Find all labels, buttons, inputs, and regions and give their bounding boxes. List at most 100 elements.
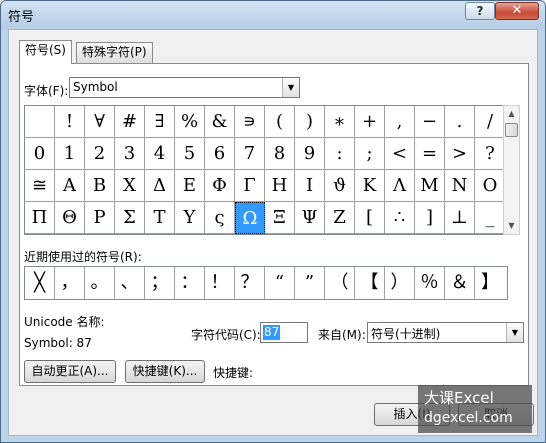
symbol-cell[interactable]: ;: [355, 138, 385, 170]
symbol-cell[interactable]: ≅: [25, 170, 55, 202]
scrollbar-thumb[interactable]: [505, 123, 518, 137]
symbol-cell-selected[interactable]: Ω: [235, 202, 265, 234]
recent-symbol-cell[interactable]: ╳: [25, 267, 55, 299]
font-select[interactable]: Symbol ▼: [69, 77, 300, 98]
symbol-cell[interactable]: /: [475, 106, 505, 138]
recent-symbol-cell[interactable]: ”: [295, 267, 325, 299]
symbol-cell[interactable]: ∀: [85, 106, 115, 138]
symbol-cell[interactable]: Δ: [145, 170, 175, 202]
symbol-cell[interactable]: ∍: [235, 106, 265, 138]
symbol-cell[interactable]: Θ: [55, 202, 85, 234]
symbol-cell[interactable]: Ο: [475, 170, 505, 202]
close-button[interactable]: ✕: [495, 2, 539, 20]
recent-symbol-cell[interactable]: ！: [205, 267, 235, 299]
symbol-cell[interactable]: <: [385, 138, 415, 170]
recent-symbol-cell[interactable]: ＆: [445, 267, 475, 299]
symbol-cell[interactable]: _: [475, 202, 505, 234]
recent-symbol-cell[interactable]: ）: [385, 267, 415, 299]
from-select[interactable]: 符号(十进制) ▼: [367, 322, 524, 343]
char-code-input[interactable]: 87: [260, 322, 308, 343]
symbol-cell[interactable]: ∗: [325, 106, 355, 138]
symbol-cell[interactable]: 7: [235, 138, 265, 170]
symbol-cell[interactable]: ]: [415, 202, 445, 234]
symbol-cell[interactable]: 9: [295, 138, 325, 170]
shortcut-key-button[interactable]: 快捷键(K)...: [125, 360, 205, 383]
symbol-cell[interactable]: #: [115, 106, 145, 138]
symbol-cell[interactable]: Μ: [415, 170, 445, 202]
recent-symbol-cell[interactable]: （: [325, 267, 355, 299]
symbol-cell[interactable]: Η: [265, 170, 295, 202]
symbol-cell[interactable]: Α: [55, 170, 85, 202]
symbol-cell[interactable]: Υ: [175, 202, 205, 234]
symbol-cell[interactable]: Ζ: [325, 202, 355, 234]
symbol-cell[interactable]: Ρ: [85, 202, 115, 234]
symbol-cell[interactable]: Β: [85, 170, 115, 202]
recent-symbol-cell[interactable]: ？: [235, 267, 265, 299]
symbol-cell[interactable]: =: [415, 138, 445, 170]
font-select-value: Symbol: [73, 80, 118, 94]
symbol-cell[interactable]: %: [175, 106, 205, 138]
recent-symbol-cell[interactable]: 【: [355, 267, 385, 299]
scroll-down-icon[interactable]: ▼: [504, 218, 519, 234]
symbol-cell[interactable]: Ν: [445, 170, 475, 202]
symbol-cell[interactable]: 8: [265, 138, 295, 170]
symbol-cell[interactable]: 6: [205, 138, 235, 170]
chevron-down-icon[interactable]: ▼: [506, 323, 523, 342]
symbol-cell[interactable]: !: [55, 106, 85, 138]
symbol-cell[interactable]: Φ: [205, 170, 235, 202]
symbol-cell[interactable]: :: [325, 138, 355, 170]
autocorrect-button[interactable]: 自动更正(A)...: [24, 360, 116, 383]
recent-symbol-cell[interactable]: ％: [415, 267, 445, 299]
symbol-grid: ! ∀ # ∃% & ∍() ∗ +, −./ 0 1 2 3 4 5 6 7 8 9:; < = >? ≅ Α Β Χ Δ Ε Φ Γ Η…: [24, 105, 505, 235]
scroll-up-icon[interactable]: ▲: [504, 106, 519, 122]
symbol-cell[interactable]: ∃: [145, 106, 175, 138]
symbol-cell[interactable]: ⊥: [445, 202, 475, 234]
title-bar: 符号 ? ✕: [1, 1, 545, 29]
symbol-cell[interactable]: 4: [145, 138, 175, 170]
symbol-cell[interactable]: Τ: [145, 202, 175, 234]
symbol-cell[interactable]: Ι: [295, 170, 325, 202]
symbol-cell[interactable]: 0: [25, 138, 55, 170]
symbol-cell[interactable]: ): [295, 106, 325, 138]
recent-symbol-cell[interactable]: 】: [475, 267, 505, 299]
symbol-cell[interactable]: &: [205, 106, 235, 138]
symbol-cell[interactable]: [: [355, 202, 385, 234]
recent-symbol-cell[interactable]: ：: [175, 267, 205, 299]
symbol-cell[interactable]: Π: [25, 202, 55, 234]
recent-symbol-cell[interactable]: ；: [145, 267, 175, 299]
symbol-cell[interactable]: Ψ: [295, 202, 325, 234]
symbol-cell[interactable]: 3: [115, 138, 145, 170]
symbol-cell[interactable]: Ε: [175, 170, 205, 202]
symbol-cell[interactable]: .: [445, 106, 475, 138]
symbol-cell[interactable]: ∴: [385, 202, 415, 234]
symbol-cell[interactable]: Σ: [115, 202, 145, 234]
symbol-cell[interactable]: 5: [175, 138, 205, 170]
recent-symbol-cell[interactable]: 。: [85, 267, 115, 299]
chevron-down-icon[interactable]: ▼: [282, 78, 299, 97]
unicode-name-label: Unicode 名称:: [24, 315, 105, 329]
symbol-cell[interactable]: Ξ: [265, 202, 295, 234]
recent-symbol-cell[interactable]: “: [265, 267, 295, 299]
symbol-cell[interactable]: ς: [205, 202, 235, 234]
symbol-cell[interactable]: ?: [475, 138, 505, 170]
symbol-cell[interactable]: [25, 106, 55, 138]
char-code-label: 字符代码(C):: [191, 328, 261, 342]
recent-symbol-cell[interactable]: ，: [55, 267, 85, 299]
symbol-cell[interactable]: >: [445, 138, 475, 170]
recent-symbol-cell[interactable]: 、: [115, 267, 145, 299]
symbol-cell[interactable]: Χ: [115, 170, 145, 202]
tab-symbols[interactable]: 符号(S): [19, 40, 72, 64]
symbol-cell[interactable]: 1: [55, 138, 85, 170]
symbol-cell[interactable]: Κ: [355, 170, 385, 202]
symbol-cell[interactable]: −: [415, 106, 445, 138]
tab-special-characters[interactable]: 特殊字符(P): [76, 42, 153, 63]
symbol-cell[interactable]: ϑ: [325, 170, 355, 202]
symbol-grid-scrollbar[interactable]: ▲ ▼: [503, 105, 520, 235]
help-button[interactable]: ?: [465, 2, 495, 20]
symbol-cell[interactable]: Λ: [385, 170, 415, 202]
symbol-cell[interactable]: 2: [85, 138, 115, 170]
symbol-cell[interactable]: Γ: [235, 170, 265, 202]
symbol-cell[interactable]: (: [265, 106, 295, 138]
symbol-cell[interactable]: +: [355, 106, 385, 138]
symbol-cell[interactable]: ,: [385, 106, 415, 138]
